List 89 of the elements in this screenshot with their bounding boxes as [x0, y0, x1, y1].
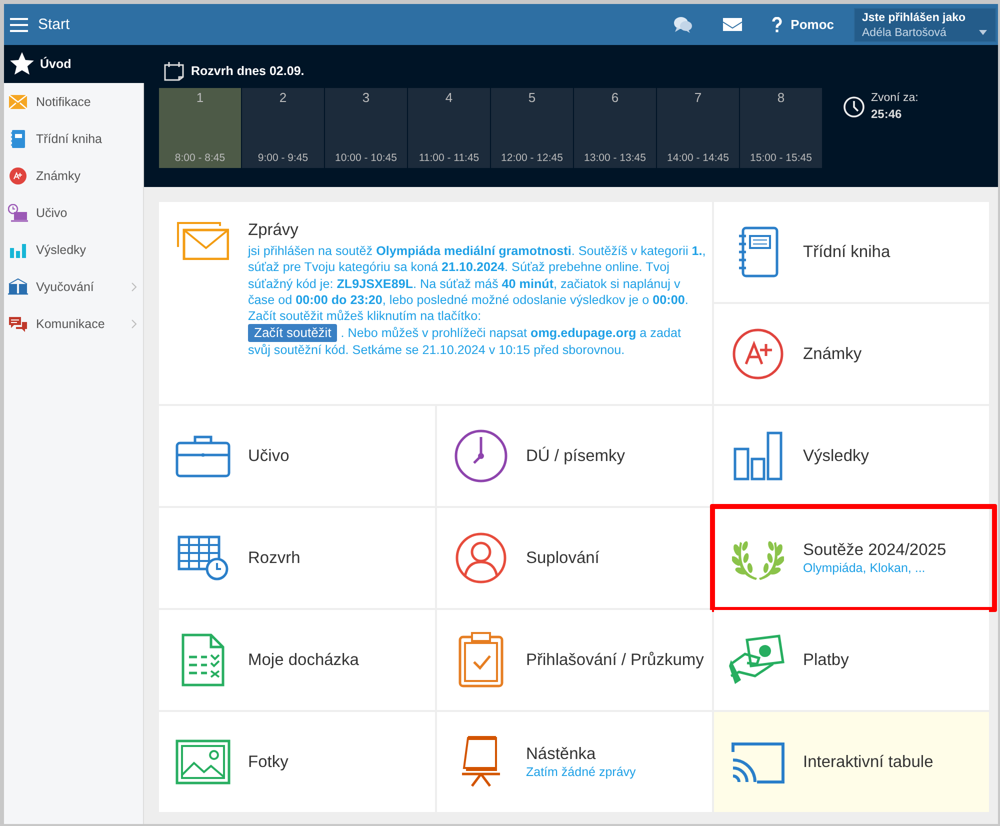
bar-chart-icon	[10, 242, 26, 258]
tile-title: Platby	[803, 652, 849, 668]
sidebar-item[interactable]: Třídní kniha	[4, 120, 143, 157]
tile-title: Fotky	[248, 754, 288, 770]
tile-title: Známky	[803, 346, 862, 362]
tile-title: Přihlašování / Průzkumy	[526, 652, 704, 668]
flipchart-icon	[460, 736, 502, 788]
schedule-title: Rozvrh dnes 02.09.	[191, 64, 304, 78]
star-icon	[9, 51, 35, 77]
help-icon	[772, 16, 782, 32]
user-name: Adéla Bartošová	[862, 26, 946, 38]
notebook-icon	[737, 226, 779, 278]
dashboard-tile[interactable]: Známky	[714, 304, 989, 404]
menu-icon	[10, 18, 28, 32]
tile-title: Nástěnka	[526, 746, 597, 762]
lesson-cell[interactable]: 4 11:00 - 11:45	[408, 88, 490, 168]
sidebar-item[interactable]: Známky	[4, 157, 143, 194]
tile-title: Učivo	[248, 448, 290, 464]
chevron-icon	[131, 282, 137, 292]
open-book-icon	[8, 278, 28, 295]
grade-icon	[732, 328, 784, 380]
tile-title: Soutěže 2024/2025	[803, 542, 946, 558]
tile-title: Interaktivní tabule	[803, 754, 934, 770]
bar-chart-icon	[733, 431, 783, 481]
tile-title: Rozvrh	[248, 550, 300, 566]
clipboard-icon	[458, 632, 504, 688]
lesson-cell[interactable]: 3 10:00 - 10:45	[325, 88, 407, 168]
screen-cast-icon	[731, 740, 785, 784]
sidebar-item[interactable]: Vyučování	[4, 268, 143, 305]
tile-title: Třídní kniha	[803, 244, 890, 260]
tile-subtitle: Zatím žádné zprávy	[526, 764, 636, 778]
lesson-cell[interactable]: 5 12:00 - 12:45	[491, 88, 573, 168]
clock-icon	[843, 96, 865, 118]
lesson-cell[interactable]: 8 15:00 - 15:45	[740, 88, 822, 168]
message-text: jsi přihlášen na soutěž Olympiáda mediální gramotnosti. Soutěžíš v kategorii 1., súťaž pre Tvoju kategóriu sa koná 21.10.2024. Súťaž prebehne online. Tvoj súťažný kód je: ZL9JSXE89L. Na súťaž máš 40 minút, začiatok si naplánuj v čase od 00:00 do 23:20, lebo posledné možné odoslanie výsledkov je o 00:00. Začít soutěžit můžeš kliknutím na tlačítko: Začít soutěžit . Nebo můžeš v prohlížeči napsat omg.edupage.org a zadat svůj soutěžní kód. Setkáme se 21.10.2024 v 10:15 před sborovnou.	[248, 243, 706, 359]
envelope-icon	[8, 94, 28, 110]
money-hand-icon	[729, 634, 787, 686]
dashboard-tile[interactable]: Třídní kniha	[714, 202, 989, 302]
tile-subtitle: Olympiáda, Klokan, ...	[803, 560, 926, 574]
dashboard-tile[interactable]: Učivo	[159, 406, 435, 506]
sidebar-item[interactable]: Notifikace	[4, 83, 143, 120]
tile-title: Zprávy	[248, 222, 300, 239]
start-competition-button[interactable]: Začít soutěžit	[248, 324, 338, 342]
bell-label: Zvoní za:	[871, 92, 918, 104]
checklist-icon	[181, 633, 225, 687]
dashboard-tile[interactable]: Interaktivní tabule	[714, 712, 989, 812]
menu-label: Start	[38, 16, 70, 33]
help-button[interactable]: Pomoc	[772, 16, 834, 32]
calendar-icon	[164, 61, 184, 81]
timetable-icon	[177, 535, 229, 581]
dashboard-tile[interactable]: Moje docházka	[159, 610, 435, 710]
user-caption: Jste přihlášen jako	[862, 12, 967, 24]
lesson-cell[interactable]: 1 8:00 - 8:45	[159, 88, 241, 168]
sidebar-item[interactable]: Výsledky	[4, 231, 143, 268]
briefcase-icon	[175, 434, 231, 478]
dashboard-tile[interactable]: Přihlašování / Průzkumy	[437, 610, 712, 710]
sidebar-item[interactable]: Komunikace	[4, 305, 143, 342]
chat-icon	[8, 314, 28, 332]
picture-icon	[175, 739, 231, 785]
message-tile[interactable]	[159, 202, 712, 404]
dashboard-tile[interactable]: Nástěnka Zatím žádné zprávy	[437, 712, 712, 812]
tile-title: Moje docházka	[248, 652, 359, 668]
notebook-icon	[11, 130, 25, 148]
grade-icon	[9, 166, 27, 184]
caret-icon	[979, 30, 987, 34]
dashboard-tile[interactable]: Platby	[714, 610, 989, 710]
envelope-icon	[177, 222, 229, 260]
lesson-cell[interactable]: 2 9:00 - 9:45	[242, 88, 324, 168]
tile-title: Výsledky	[803, 448, 870, 464]
bell-countdown: 25:46	[871, 107, 903, 121]
tile-title: Suplování	[526, 550, 600, 566]
lesson-cell[interactable]: 6 13:00 - 13:45	[574, 88, 656, 168]
lesson-cell[interactable]: 7 14:00 - 14:45	[657, 88, 739, 168]
dashboard-tile[interactable]: Výsledky	[714, 406, 989, 506]
dashboard-tile[interactable]: Fotky	[159, 712, 435, 812]
chat-icon[interactable]	[672, 16, 693, 34]
sidebar-item[interactable]: Učivo	[4, 194, 143, 231]
chevron-icon	[131, 318, 137, 328]
board-icon	[8, 204, 28, 222]
sidebar-item[interactable]: Úvod	[4, 45, 144, 83]
person-icon	[455, 532, 507, 584]
tile-title: DÚ / písemky	[526, 448, 626, 464]
menu-button[interactable]: Start	[10, 16, 70, 33]
dashboard-tile[interactable]: DÚ / písemky	[437, 406, 712, 506]
dashboard-tile[interactable]: Rozvrh	[159, 508, 435, 608]
dashboard-tile[interactable]: Suplování	[437, 508, 712, 608]
user-dropdown[interactable]: Jste přihlášen jako Adéla Bartošová	[854, 8, 996, 42]
clock-icon	[454, 429, 508, 483]
envelope-icon[interactable]	[722, 18, 742, 31]
